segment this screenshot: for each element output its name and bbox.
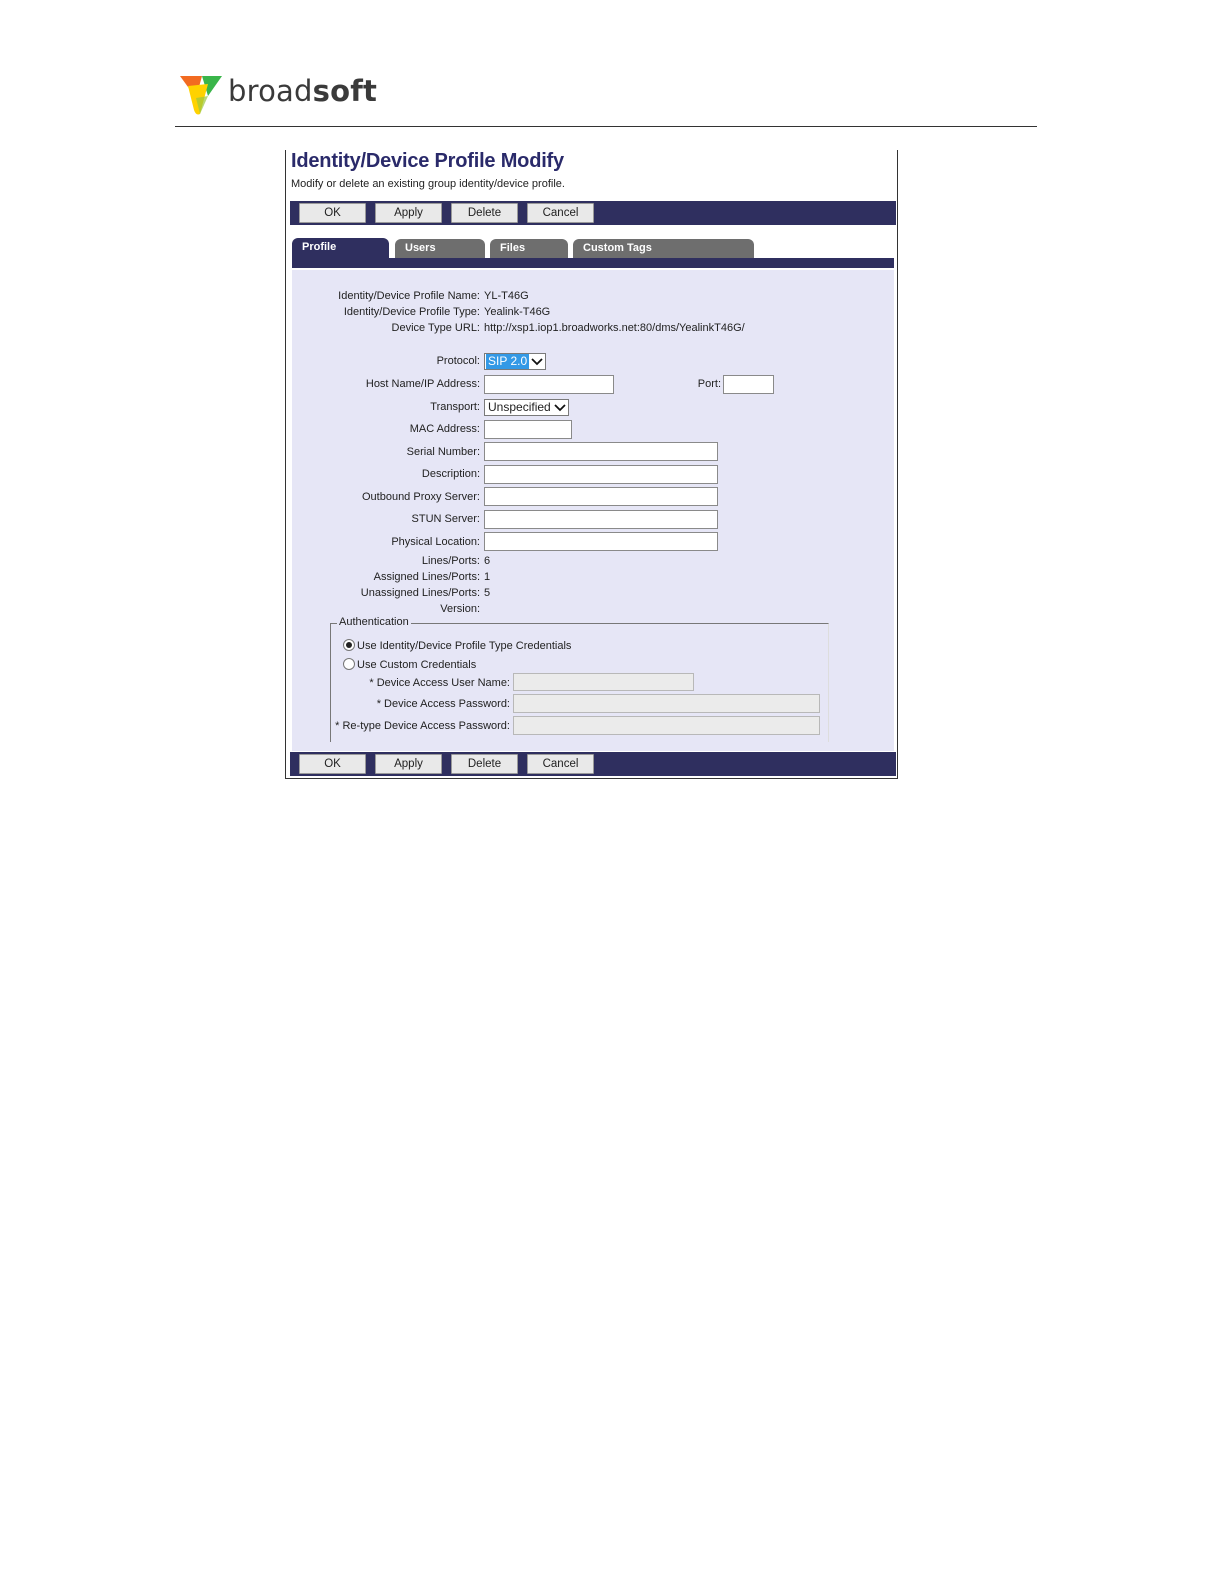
unassigned-lines-label: Unassigned Lines/Ports: [360, 587, 480, 599]
document-header: broadsoft [175, 70, 1037, 127]
profile-type-label: Identity/Device Profile Type: [343, 306, 480, 318]
use-custom-credentials-radio[interactable] [343, 658, 355, 670]
host-input[interactable] [484, 375, 614, 394]
apply-button-bottom[interactable]: Apply [375, 754, 442, 774]
assigned-lines-value: 1 [484, 571, 491, 583]
bottom-action-bar: OK Apply Delete Cancel [290, 752, 896, 776]
port-label: Port: [697, 378, 721, 390]
page-title: Identity/Device Profile Modify [291, 150, 564, 172]
tab-users[interactable]: Users [395, 239, 485, 258]
device-type-url-value: http://xsp1.iop1.broadworks.net:80/dms/Y… [484, 322, 745, 334]
logo-text-bold: soft [312, 74, 378, 108]
device-password-label: * Device Access Password: [376, 698, 510, 710]
top-action-bar: OK Apply Delete Cancel [290, 201, 896, 225]
profile-modify-window: Identity/Device Profile Modify Modify or… [285, 150, 898, 779]
logo-text-regular: broad [228, 74, 313, 108]
mac-address-input[interactable] [484, 420, 572, 439]
tab-profile[interactable]: Profile [292, 238, 389, 260]
use-type-credentials-radio[interactable] [343, 639, 355, 651]
device-username-label: * Device Access User Name: [369, 677, 510, 689]
authentication-fieldset: Authentication Use Identity/Device Profi… [330, 616, 829, 742]
physical-location-input[interactable] [484, 532, 718, 551]
stun-server-input[interactable] [484, 510, 718, 529]
stun-server-label: STUN Server: [411, 513, 480, 525]
profile-panel: Identity/Device Profile Name: YL-T46G Id… [292, 270, 894, 751]
chevron-down-icon [531, 358, 543, 366]
cancel-button-top[interactable]: Cancel [527, 203, 594, 223]
tab-custom-tags[interactable]: Custom Tags [573, 239, 754, 258]
use-type-credentials-label: Use Identity/Device Profile Type Credent… [357, 640, 572, 652]
tab-files[interactable]: Files [490, 239, 568, 258]
cancel-button-bottom[interactable]: Cancel [527, 754, 594, 774]
page-subtitle: Modify or delete an existing group ident… [291, 178, 565, 190]
profile-name-label: Identity/Device Profile Name: [338, 290, 480, 302]
tab-bar: Profile Users Files Custom Tags [292, 238, 894, 270]
lines-ports-label: Lines/Ports: [421, 555, 480, 567]
outbound-proxy-label: Outbound Proxy Server: [361, 491, 480, 503]
port-input[interactable] [723, 375, 774, 394]
ok-button-top[interactable]: OK [299, 203, 366, 223]
transport-label: Transport: [430, 401, 480, 413]
authentication-legend: Authentication [337, 616, 411, 628]
device-type-url-label: Device Type URL: [391, 322, 480, 334]
serial-number-input[interactable] [484, 442, 718, 461]
use-custom-credentials-label: Use Custom Credentials [357, 659, 477, 671]
retype-password-label: * Re-type Device Access Password: [335, 720, 510, 732]
transport-selected-value: Unspecified [488, 400, 551, 414]
assigned-lines-label: Assigned Lines/Ports: [373, 571, 480, 583]
ok-button-bottom[interactable]: OK [299, 754, 366, 774]
outbound-proxy-input[interactable] [484, 487, 718, 506]
protocol-label: Protocol: [436, 355, 480, 367]
device-username-input[interactable] [513, 673, 694, 691]
description-label: Description: [421, 468, 480, 480]
transport-select[interactable]: Unspecified [484, 399, 569, 416]
apply-button-top[interactable]: Apply [375, 203, 442, 223]
description-input[interactable] [484, 465, 718, 484]
protocol-selected-value: SIP 2.0 [486, 354, 530, 369]
chevron-down-icon [554, 404, 566, 412]
physical-location-label: Physical Location: [391, 536, 480, 548]
protocol-select[interactable]: SIP 2.0 [484, 353, 546, 370]
profile-name-value: YL-T46G [484, 290, 529, 302]
version-label: Version: [440, 603, 480, 615]
host-label: Host Name/IP Address: [365, 378, 480, 390]
tab-underline [292, 258, 894, 268]
mac-label: MAC Address: [409, 423, 480, 435]
serial-label: Serial Number: [406, 446, 480, 458]
broadsoft-logo-icon [180, 76, 222, 115]
unassigned-lines-value: 5 [484, 587, 491, 599]
delete-button-top[interactable]: Delete [451, 203, 518, 223]
logo-wordmark: broadsoft [228, 74, 377, 108]
lines-ports-value: 6 [484, 555, 491, 567]
device-password-input[interactable] [513, 694, 820, 713]
retype-password-input[interactable] [513, 716, 820, 735]
profile-type-value: Yealink-T46G [484, 306, 551, 318]
delete-button-bottom[interactable]: Delete [451, 754, 518, 774]
